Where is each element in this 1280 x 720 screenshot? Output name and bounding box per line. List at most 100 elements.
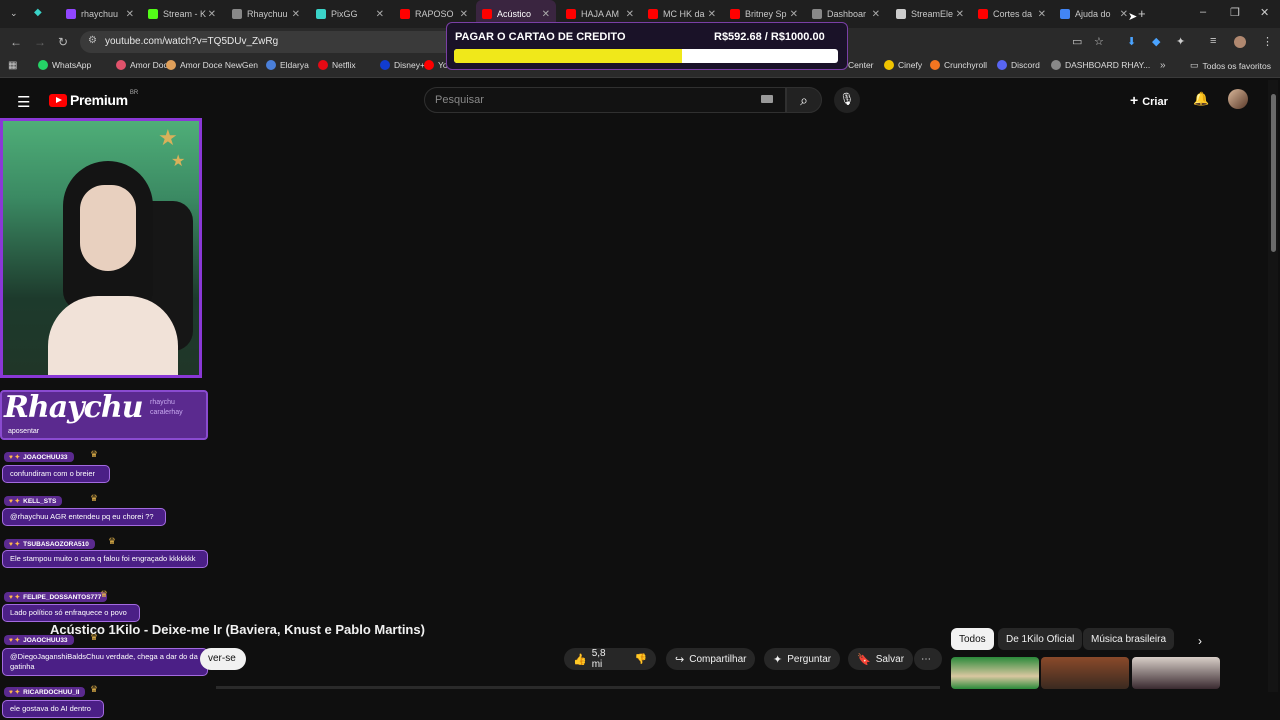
search-input[interactable]: Pesquisar bbox=[424, 87, 786, 113]
tab-12[interactable]: Ajuda do ✕ bbox=[1054, 0, 1134, 28]
tab-10[interactable]: StreamEle ✕ bbox=[890, 0, 970, 28]
tab-2[interactable]: Rhaychuu ✕ bbox=[226, 0, 306, 28]
forward-icon[interactable]: → bbox=[34, 35, 46, 49]
bookmark-item[interactable]: Cinefy bbox=[884, 60, 922, 70]
reload-icon[interactable]: ↻ bbox=[58, 35, 68, 49]
restore-button[interactable]: ❐ bbox=[1230, 6, 1240, 19]
bookmark-label: Netflix bbox=[332, 60, 356, 70]
like-count[interactable]: 5,8 mi bbox=[592, 648, 619, 670]
search-button[interactable]: ⌕ bbox=[786, 87, 822, 113]
cast-icon[interactable]: ▭ bbox=[1072, 35, 1082, 48]
youtube-logo[interactable]: Premium BR bbox=[49, 90, 138, 108]
related-video-thumbnail[interactable] bbox=[1132, 657, 1220, 689]
bookmark-item[interactable]: WhatsApp bbox=[38, 60, 91, 70]
filter-chip[interactable]: Música brasileira bbox=[1083, 628, 1175, 650]
bookmark-item[interactable]: DASHBOARD RHAY... bbox=[1051, 60, 1150, 70]
download-icon[interactable]: ⬇ bbox=[1127, 35, 1136, 48]
scrollbar-thumb[interactable] bbox=[1271, 94, 1276, 252]
like-icon[interactable]: 👍 bbox=[573, 653, 587, 666]
url-field[interactable]: ⚙ youtube.com/watch?v=TQ5DUv_ZwRg bbox=[80, 31, 460, 53]
close-tab-icon[interactable]: ✕ bbox=[872, 9, 880, 20]
close-tab-icon[interactable]: ✕ bbox=[460, 9, 468, 20]
bookmark-item[interactable]: Amor Doce NewGen bbox=[166, 60, 258, 70]
globe-icon bbox=[812, 9, 822, 19]
bookmark-item[interactable]: Amor Doce bbox=[116, 60, 173, 70]
filter-chip[interactable]: Todos bbox=[951, 628, 994, 650]
related-video-thumbnail[interactable] bbox=[1041, 657, 1129, 689]
tab-11[interactable]: Cortes da ✕ bbox=[972, 0, 1052, 28]
tab-label: Cortes da bbox=[993, 9, 1033, 19]
youtube-play-icon bbox=[49, 93, 67, 107]
create-label: Criar bbox=[1142, 96, 1168, 108]
bookmark-item[interactable]: Disney+ bbox=[380, 60, 425, 70]
close-tab-icon[interactable]: ✕ bbox=[708, 9, 716, 20]
streamelements-icon bbox=[896, 9, 906, 19]
chips-next-arrow-icon[interactable]: › bbox=[1198, 634, 1202, 648]
youtube-icon bbox=[730, 9, 740, 19]
bookmark-item[interactable]: Eldarya bbox=[266, 60, 309, 70]
share-button[interactable]: ↪ Compartilhar bbox=[666, 648, 756, 670]
bookmark-item[interactable]: Discord bbox=[997, 60, 1040, 70]
back-icon[interactable]: ← bbox=[10, 35, 22, 49]
tab-search-icon[interactable]: ⌄ bbox=[10, 8, 18, 19]
extensions-icon[interactable]: ✦ bbox=[1176, 35, 1185, 48]
media-control-icon[interactable]: ≡ bbox=[1210, 35, 1216, 47]
menu-icon[interactable]: ☰ bbox=[17, 93, 30, 111]
tab-label: Rhaychuu bbox=[247, 9, 288, 19]
new-tab-button[interactable]: + bbox=[1138, 6, 1146, 21]
close-tab-icon[interactable]: ✕ bbox=[292, 9, 300, 20]
close-window-button[interactable]: ✕ bbox=[1260, 6, 1269, 19]
related-video-thumbnail[interactable] bbox=[951, 657, 1039, 689]
tab-3[interactable]: PixGG ✕ bbox=[310, 0, 390, 28]
create-button[interactable]: + Criar bbox=[1130, 92, 1168, 108]
bookmark-item[interactable]: Crunchyroll bbox=[930, 60, 987, 70]
close-tab-icon[interactable]: ✕ bbox=[1120, 9, 1128, 20]
minimize-button[interactable]: – bbox=[1200, 6, 1206, 18]
close-tab-icon[interactable]: ✕ bbox=[376, 9, 384, 20]
bookmark-item[interactable]: Center bbox=[848, 60, 874, 70]
close-tab-icon[interactable]: ✕ bbox=[126, 9, 134, 20]
youtube-icon bbox=[400, 9, 410, 19]
ask-button[interactable]: ✦ Perguntar bbox=[764, 648, 841, 670]
sparkle-icon: ✦ bbox=[773, 653, 783, 666]
tab-0[interactable]: rhaychuu ✕ bbox=[60, 0, 140, 28]
tab-label: Stream - K bbox=[163, 9, 207, 19]
dislike-icon[interactable]: 👎 bbox=[635, 654, 647, 665]
close-tab-icon[interactable]: ✕ bbox=[626, 9, 634, 20]
all-bookmarks-label: Todos os favoritos bbox=[1202, 60, 1272, 71]
save-button[interactable]: 🔖 Salvar bbox=[848, 648, 914, 670]
bookmark-star-icon[interactable]: ☆ bbox=[1094, 35, 1104, 48]
browser-menu-icon[interactable]: ⋮ bbox=[1262, 35, 1273, 48]
account-avatar[interactable] bbox=[1228, 89, 1248, 109]
close-tab-icon[interactable]: ✕ bbox=[956, 9, 964, 20]
bookmark-favicon-icon bbox=[318, 60, 328, 70]
chat-badge-icon: ♥ ✦ bbox=[9, 541, 21, 548]
close-tab-icon[interactable]: ✕ bbox=[542, 9, 550, 20]
close-tab-icon[interactable]: ✕ bbox=[790, 9, 798, 20]
webcam-feed: ★ ★ bbox=[0, 118, 202, 378]
apps-grid-icon[interactable]: ▦ bbox=[8, 60, 17, 71]
voice-search-button[interactable]: 🎙 bbox=[834, 87, 860, 113]
tab-1[interactable]: Stream - K ✕ bbox=[142, 0, 222, 28]
tab-label: StreamEle bbox=[911, 9, 954, 19]
ask-label: Perguntar bbox=[787, 653, 832, 665]
close-tab-icon[interactable]: ✕ bbox=[208, 9, 216, 20]
pinned-tab-icon[interactable]: ◆ bbox=[34, 7, 42, 18]
more-bookmarks-icon[interactable]: » bbox=[1160, 60, 1166, 71]
bookmark-label: Crunchyroll bbox=[944, 60, 987, 70]
subscribe-button[interactable]: ver-se bbox=[200, 648, 246, 670]
profile-avatar[interactable] bbox=[1234, 36, 1246, 48]
all-bookmarks-link[interactable]: ▭ Todos os favoritos bbox=[1190, 60, 1271, 71]
extension-gem-icon[interactable]: ◆ bbox=[1152, 35, 1160, 48]
mic-icon: 🎙 bbox=[839, 92, 855, 106]
filter-chip[interactable]: De 1Kilo Oficial bbox=[998, 628, 1083, 650]
bookmark-favicon-icon bbox=[424, 60, 434, 70]
close-tab-icon[interactable]: ✕ bbox=[1038, 9, 1046, 20]
more-actions-button[interactable]: ⋯ bbox=[914, 648, 942, 670]
bookmark-item[interactable]: Netflix bbox=[318, 60, 356, 70]
crown-icon: ♛ bbox=[90, 684, 99, 694]
bookmark-item[interactable]: Yo bbox=[424, 60, 448, 70]
keyboard-icon[interactable] bbox=[761, 95, 773, 103]
site-info-icon[interactable]: ⚙ bbox=[88, 35, 97, 46]
notifications-bell-icon[interactable]: 🔔 bbox=[1193, 91, 1209, 107]
